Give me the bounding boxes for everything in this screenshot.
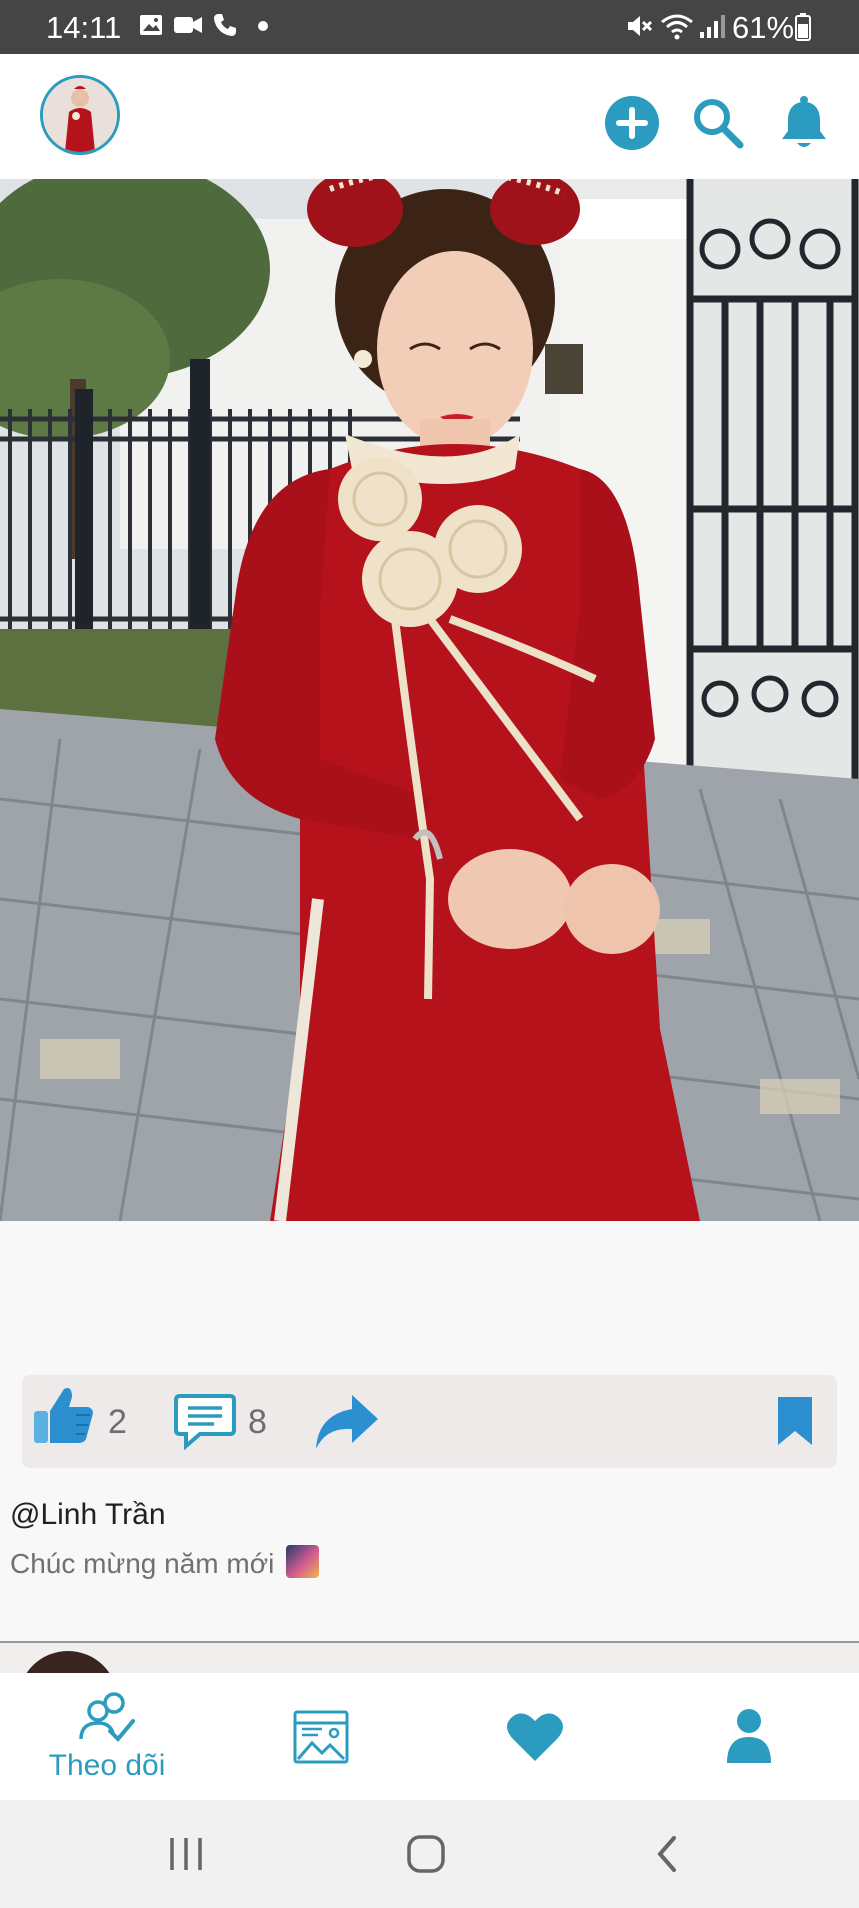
next-post-preview[interactable] xyxy=(0,1643,859,1673)
search-icon[interactable] xyxy=(690,95,746,151)
mute-icon xyxy=(628,16,653,36)
wifi-icon xyxy=(661,14,693,40)
bookmark-button[interactable] xyxy=(774,1395,816,1447)
caption-text: Chúc mừng năm mới xyxy=(10,1548,275,1579)
like-button[interactable] xyxy=(32,1385,96,1447)
nav-gallery[interactable] xyxy=(214,1673,428,1800)
following-icon xyxy=(79,1692,135,1742)
status-bar: 14:11 61% xyxy=(0,0,859,54)
post-image[interactable] xyxy=(0,179,859,1221)
fireworks-emoji-icon xyxy=(286,1545,320,1578)
gallery-icon xyxy=(293,1710,349,1764)
share-button[interactable] xyxy=(312,1391,382,1451)
post-username[interactable]: @Linh Trần xyxy=(10,1498,166,1532)
video-call-icon xyxy=(174,17,202,33)
signal-icon xyxy=(700,15,725,38)
phone-icon xyxy=(214,14,236,36)
recent-apps-icon[interactable] xyxy=(168,1836,204,1872)
heart-icon xyxy=(507,1713,563,1761)
system-navigation-bar xyxy=(0,1800,859,1908)
profile-icon xyxy=(727,1709,771,1763)
like-count: 2 xyxy=(108,1403,127,1441)
battery-percent: 61% xyxy=(732,10,795,45)
gallery-icon xyxy=(140,15,162,35)
home-icon[interactable] xyxy=(406,1834,446,1874)
bell-icon[interactable] xyxy=(776,95,832,151)
post-action-bar: 2 8 xyxy=(22,1375,837,1468)
next-post-avatar xyxy=(18,1651,118,1673)
profile-avatar[interactable] xyxy=(40,75,120,155)
comment-count: 8 xyxy=(248,1403,267,1441)
status-time: 14:11 xyxy=(46,10,122,45)
nav-favorites[interactable] xyxy=(428,1673,642,1800)
back-icon[interactable] xyxy=(652,1834,682,1874)
bottom-navigation: Theo dõi xyxy=(0,1673,859,1800)
add-circle-icon[interactable] xyxy=(604,95,660,151)
post-photo-illustration xyxy=(0,179,859,1221)
nav-following[interactable]: Theo dõi xyxy=(0,1673,214,1800)
nav-following-label: Theo dõi xyxy=(48,1749,166,1782)
post-caption: Chúc mừng năm mới xyxy=(10,1545,320,1580)
app-header xyxy=(0,54,859,179)
comment-button[interactable] xyxy=(174,1392,236,1450)
nav-profile[interactable] xyxy=(642,1673,856,1800)
dot-icon xyxy=(258,21,268,31)
avatar-image xyxy=(43,78,117,152)
battery-icon xyxy=(795,13,811,41)
